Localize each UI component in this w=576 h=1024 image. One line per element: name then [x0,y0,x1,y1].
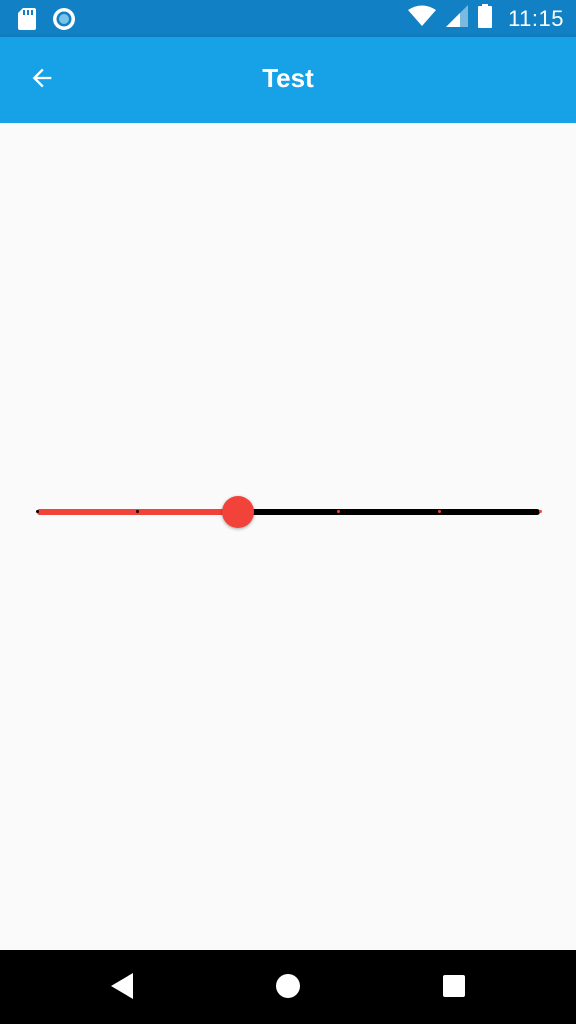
status-time: 11:15 [508,5,564,31]
app-bar: Test [0,37,576,123]
signal-icon [446,5,469,32]
main-content [0,123,576,950]
status-bar: 11:15 [0,0,576,37]
home-circle-icon [275,973,301,1004]
page-title: Test [262,63,314,93]
slider-tick [538,510,542,513]
nav-back-button[interactable] [99,964,147,1012]
circle-notification-icon [52,7,76,36]
slider-tick [437,510,441,513]
slider-thumb[interactable] [222,496,255,528]
battery-icon [478,4,493,33]
sd-card-icon [18,8,36,35]
slider-tick [35,510,39,513]
navigation-bar [0,950,576,1024]
recents-square-icon [442,974,466,1003]
nav-home-button[interactable] [264,964,312,1012]
slider[interactable] [35,496,542,528]
back-triangle-icon [111,972,135,1004]
nav-recents-button[interactable] [430,964,478,1012]
wifi-icon [408,5,437,32]
